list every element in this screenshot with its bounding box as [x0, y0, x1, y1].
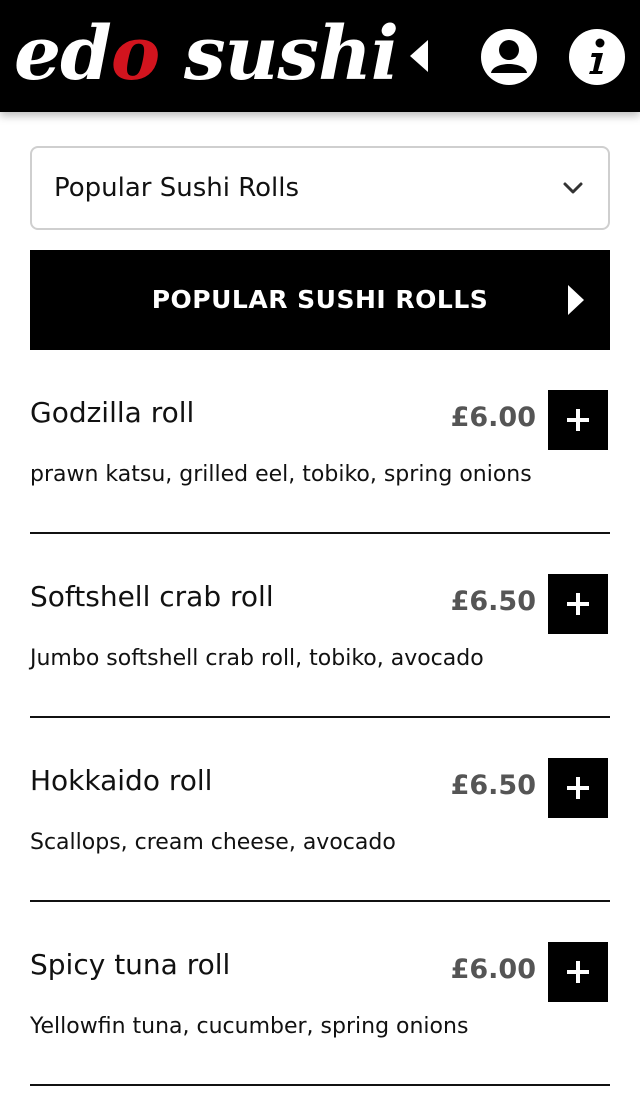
plus-icon — [567, 593, 589, 615]
plus-icon — [567, 409, 589, 431]
menu-item-price: £6.00 — [450, 402, 536, 433]
play-arrow-icon — [568, 285, 584, 315]
logo-text-accent: o — [110, 11, 160, 97]
menu-item-price: £6.50 — [450, 770, 536, 801]
menu-item: Hokkaido roll £6.50 Scallops, cream chee… — [30, 758, 610, 942]
section-header-popular-sushi-rolls[interactable]: POPULAR SUSHI ROLLS — [30, 250, 610, 350]
category-select-value: Popular Sushi Rolls — [54, 173, 300, 203]
category-select[interactable]: Popular Sushi Rolls — [30, 146, 610, 230]
add-to-order-button[interactable] — [548, 758, 608, 818]
divider — [30, 532, 610, 534]
menu-item-name: Softshell crab roll — [30, 580, 274, 613]
back-button[interactable] — [404, 36, 434, 76]
add-to-order-button[interactable] — [548, 942, 608, 1002]
divider — [30, 1084, 610, 1086]
account-icon — [481, 29, 537, 85]
menu-item-name: Godzilla roll — [30, 396, 195, 429]
menu-item: Godzilla roll £6.00 prawn katsu, grilled… — [30, 390, 610, 574]
info-icon — [569, 29, 625, 85]
menu-item-price: £6.00 — [450, 954, 536, 985]
app-header: edo sushi — [0, 0, 640, 112]
plus-icon — [567, 777, 589, 799]
add-to-order-button[interactable] — [548, 574, 608, 634]
account-button[interactable] — [480, 28, 538, 86]
info-button[interactable] — [568, 28, 626, 86]
divider — [30, 716, 610, 718]
menu-item-description: Yellowfin tuna, cucumber, spring onions — [30, 1014, 469, 1039]
section-title: POPULAR SUSHI ROLLS — [151, 285, 489, 314]
logo-text-part2: sushi — [159, 11, 399, 97]
chevron-down-icon — [563, 182, 583, 194]
edo-sushi-logo[interactable]: edo sushi — [14, 6, 399, 102]
menu-item-name: Hokkaido roll — [30, 764, 213, 797]
menu-item-description: Scallops, cream cheese, avocado — [30, 830, 396, 855]
menu-item-description: Jumbo softshell crab roll, tobiko, avoca… — [30, 646, 484, 671]
menu-item: Softshell crab roll £6.50 Jumbo softshel… — [30, 574, 610, 758]
plus-icon — [567, 961, 589, 983]
menu-item: Spicy tuna roll £6.00 Yellowfin tuna, cu… — [30, 942, 610, 1096]
add-to-order-button[interactable] — [548, 390, 608, 450]
back-icon — [410, 40, 428, 72]
menu-item-description: prawn katsu, grilled eel, tobiko, spring… — [30, 462, 532, 487]
menu-item-price: £6.50 — [450, 586, 536, 617]
divider — [30, 900, 610, 902]
logo-text-part1: ed — [14, 11, 112, 97]
menu-item-name: Spicy tuna roll — [30, 948, 231, 981]
